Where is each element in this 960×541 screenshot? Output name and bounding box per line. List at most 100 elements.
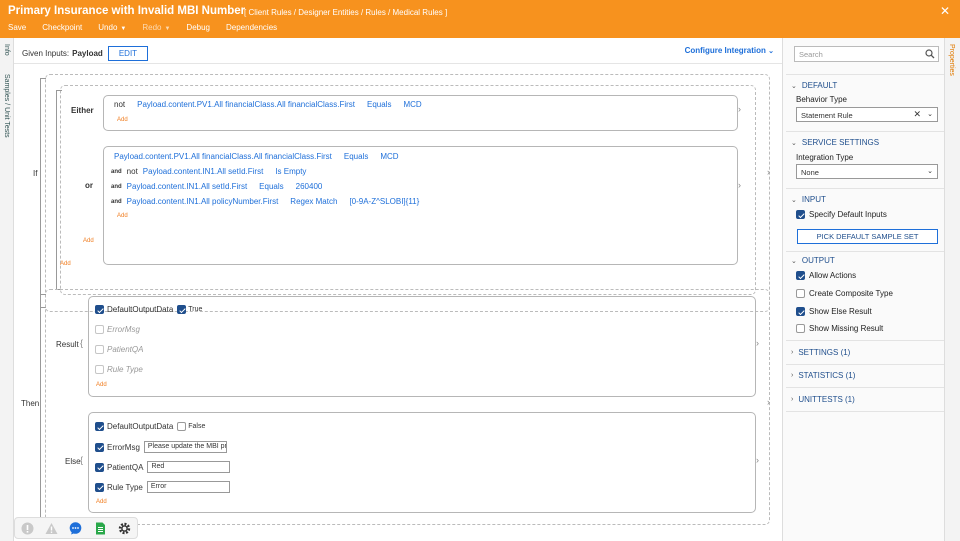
result-item[interactable]: PatientQA: [95, 345, 155, 354]
section-output[interactable]: ⌄ OUTPUT: [791, 256, 835, 265]
condition-path[interactable]: Payload.content.PV1.All financialClass.A…: [137, 100, 355, 109]
section-default[interactable]: ⌄ DEFAULT: [791, 81, 837, 90]
chevron-down-icon: ⌄: [768, 48, 774, 55]
condition-row[interactable]: and not Payload.content.IN1.All setId.Fi…: [111, 167, 318, 176]
add-link[interactable]: Add: [83, 238, 94, 244]
output-value-input[interactable]: Error: [146, 481, 230, 493]
clear-icon[interactable]: ✕: [913, 109, 921, 120]
checkbox[interactable]: [177, 422, 187, 431]
configure-integration-button[interactable]: Configure Integration ⌄: [685, 46, 774, 55]
show-else-result-checkbox[interactable]: Show Else Result: [796, 307, 872, 316]
show-missing-result-checkbox[interactable]: Show Missing Result: [796, 324, 883, 333]
rule-editor: Given Inputs: Payload EDIT Configure Int…: [14, 38, 782, 541]
add-link[interactable]: Add: [60, 261, 71, 267]
checkpoint-button[interactable]: Checkpoint: [42, 23, 82, 32]
condition-operator[interactable]: Equals: [367, 100, 391, 109]
add-link[interactable]: Add: [117, 117, 128, 123]
output-value[interactable]: True: [188, 306, 202, 313]
debug-button[interactable]: Debug: [186, 23, 210, 32]
result-item[interactable]: DefaultOutputData True: [95, 305, 214, 314]
output-value-input[interactable]: Please update the MBI pr: [143, 441, 227, 453]
checkbox[interactable]: [95, 422, 104, 431]
checkbox[interactable]: [177, 305, 187, 314]
condition-path[interactable]: Payload.content.PV1.All financialClass.A…: [114, 152, 332, 161]
edit-button[interactable]: EDIT: [107, 46, 149, 61]
section-unittests[interactable]: › UNITTESTS (1): [791, 395, 855, 404]
search-input[interactable]: Search: [794, 46, 939, 62]
condition-value[interactable]: 260400: [296, 182, 323, 191]
allow-actions-checkbox[interactable]: Allow Actions: [796, 271, 856, 280]
close-icon[interactable]: ✕: [940, 4, 950, 18]
result-item[interactable]: Rule Type: [95, 365, 155, 374]
redo-button[interactable]: Redo ▼: [142, 23, 170, 32]
output-value-input[interactable]: Red: [147, 461, 231, 473]
undo-button[interactable]: Undo ▼: [98, 23, 126, 32]
condition-value[interactable]: MCD: [403, 100, 421, 109]
add-link[interactable]: Add: [96, 382, 107, 388]
breadcrumb[interactable]: [ Client Rules / Designer Entities / Rul…: [244, 8, 447, 17]
else-item[interactable]: ErrorMsg Please update the MBI pr: [95, 441, 227, 453]
pick-default-sample-set-button[interactable]: PICK DEFAULT SAMPLE SET: [797, 229, 938, 244]
warning-icon[interactable]: [45, 522, 58, 535]
result-item[interactable]: ErrorMsg: [95, 325, 152, 334]
condition-row[interactable]: Payload.content.PV1.All financialClass.A…: [114, 152, 411, 161]
condition-value[interactable]: MCD: [380, 152, 398, 161]
condition-operator[interactable]: Equals: [344, 152, 368, 161]
checkbox[interactable]: [796, 210, 805, 219]
condition-path[interactable]: Payload.content.IN1.All policyNumber.Fir…: [127, 197, 279, 206]
checkbox[interactable]: [95, 325, 104, 334]
specify-default-inputs-checkbox[interactable]: Specify Default Inputs: [796, 210, 887, 219]
checkbox-label: Show Missing Result: [809, 324, 884, 333]
condition-path[interactable]: Payload.content.IN1.All setId.First: [127, 182, 248, 191]
condition-operator[interactable]: Equals: [259, 182, 283, 191]
create-composite-type-checkbox[interactable]: Create Composite Type: [796, 289, 893, 298]
checkbox[interactable]: [95, 442, 104, 452]
condition-row[interactable]: and Payload.content.IN1.All setId.First …: [111, 182, 334, 191]
checkbox[interactable]: [95, 482, 104, 492]
condition-row[interactable]: not Payload.content.PV1.All financialCla…: [114, 100, 434, 109]
save-button[interactable]: Save: [8, 23, 26, 32]
tab-properties[interactable]: Properties: [948, 44, 955, 76]
section-settings[interactable]: › SETTINGS (1): [791, 348, 850, 357]
checkbox[interactable]: [796, 324, 805, 333]
condition-path[interactable]: Payload.content.IN1.All setId.First: [143, 167, 264, 176]
condition-operator[interactable]: Regex Match: [290, 197, 337, 206]
section-input[interactable]: ⌄ INPUT: [791, 195, 826, 204]
checkbox[interactable]: [796, 271, 805, 280]
info-icon[interactable]: [21, 522, 34, 535]
else-item[interactable]: PatientQA Red: [95, 461, 231, 473]
chat-icon[interactable]: [69, 521, 82, 535]
tab-samples-unit-tests[interactable]: Samples / Unit Tests: [3, 74, 10, 138]
output-name: DefaultOutputData: [107, 305, 174, 314]
checkbox[interactable]: [95, 365, 104, 374]
checkbox[interactable]: [95, 345, 104, 354]
if-bracket: [40, 78, 46, 308]
checkbox[interactable]: [796, 307, 805, 316]
divider: [786, 188, 944, 189]
divider: [786, 251, 944, 252]
section-service-settings[interactable]: ⌄ SERVICE SETTINGS: [791, 138, 879, 147]
gear-icon[interactable]: [118, 522, 131, 535]
condition-value[interactable]: [0-9A-Z^SLOBI]{11}: [349, 197, 419, 206]
tab-info[interactable]: Info: [3, 44, 10, 56]
else-item[interactable]: DefaultOutputData False: [95, 422, 217, 431]
redo-label: Redo: [142, 23, 162, 32]
checkbox[interactable]: [95, 462, 104, 472]
checkbox[interactable]: [796, 289, 805, 298]
output-name: Rule Type: [107, 482, 143, 492]
else-item[interactable]: Rule Type Error: [95, 481, 230, 493]
add-link[interactable]: Add: [117, 213, 128, 219]
checkbox-label: Show Else Result: [809, 307, 872, 316]
checkbox[interactable]: [95, 305, 104, 314]
condition-operator[interactable]: Is Empty: [275, 167, 306, 176]
output-value[interactable]: False: [188, 423, 205, 430]
integration-type-select[interactable]: None ⌄: [796, 164, 938, 179]
section-statistics[interactable]: › STATISTICS (1): [791, 371, 855, 380]
condition-row[interactable]: and Payload.content.IN1.All policyNumber…: [111, 197, 431, 206]
chevron-right-icon: ›: [738, 104, 741, 114]
dependencies-button[interactable]: Dependencies: [226, 23, 277, 32]
behavior-type-select[interactable]: Statement Rule ✕ ⌄: [796, 107, 938, 122]
add-link[interactable]: Add: [96, 499, 107, 505]
menu-bar: Save Checkpoint Undo ▼ Redo ▼ Debug Depend…: [8, 23, 293, 32]
document-icon[interactable]: [94, 522, 107, 535]
